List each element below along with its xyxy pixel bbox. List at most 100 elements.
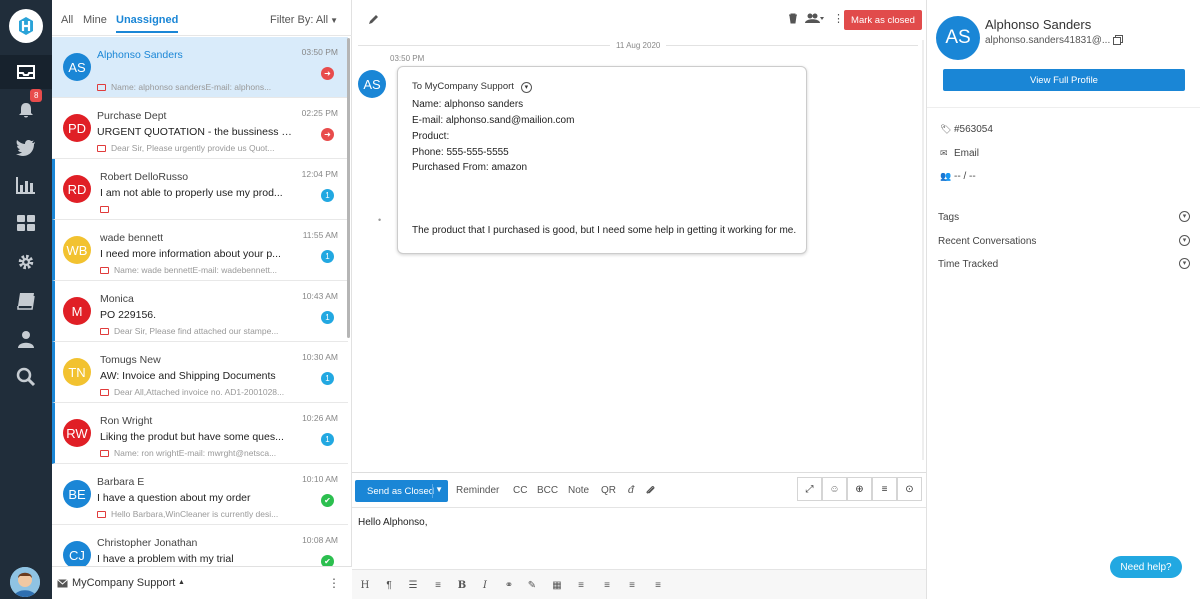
customer-name: Alphonso Sanders — [985, 17, 1092, 32]
bcc-button[interactable]: BCC — [537, 485, 558, 496]
italic-icon[interactable]: I — [476, 577, 494, 593]
conversation-item[interactable]: TN Tomugs New AW: Invoice and Shipping Doc… — [52, 342, 348, 403]
conversation-item[interactable]: AS Alphonso Sanders Name: alphonso sanders… — [52, 37, 348, 98]
conversation-time: 02:25 PM — [301, 108, 338, 118]
message-count-badge: 1 — [321, 372, 334, 385]
message-body: The product that I purchased is good, bu… — [412, 225, 797, 236]
nav-settings[interactable] — [0, 245, 52, 279]
conversation-item[interactable]: WB wade bennett I need more information ab… — [52, 220, 348, 281]
note-button[interactable]: Note — [568, 485, 589, 496]
mailbox-switcher[interactable]: MyCompany Support ▲ ⋮ — [52, 566, 352, 599]
align-justify-icon[interactable]: ≡ — [623, 577, 641, 593]
view-full-profile-button[interactable]: View Full Profile — [943, 69, 1185, 91]
signature-icon[interactable]: đ — [628, 485, 634, 496]
section-time-tracked[interactable]: Time Tracked — [938, 259, 998, 270]
section-recent-conversations[interactable]: Recent Conversations — [938, 236, 1036, 247]
conversation-preview: Dear Sir, Please find attached our stamp… — [100, 326, 295, 336]
section-tags[interactable]: Tags — [938, 212, 959, 223]
attachment-icon[interactable] — [645, 485, 656, 496]
conversation-preview: Dear All,Attached invoice no. AD1-200102… — [100, 387, 295, 397]
more-actions-icon[interactable]: ⋮ — [833, 12, 844, 25]
tab-unassigned[interactable]: Unassigned — [116, 14, 179, 33]
numbered-list-icon[interactable]: ≡ — [429, 577, 447, 593]
reply-arrow-icon: ➜ — [321, 128, 334, 141]
bold-icon[interactable]: B — [453, 577, 471, 593]
cc-button[interactable]: CC — [513, 485, 527, 496]
contact-name: Alphonso Sanders — [97, 49, 183, 61]
expand-icon[interactable]: ⤢ — [797, 477, 822, 501]
highlight-icon[interactable]: ✎ — [523, 577, 541, 593]
mark-as-closed-button[interactable]: Mark as closed — [844, 10, 922, 30]
email-channel-icon — [100, 267, 109, 274]
team-users-icon: 👥 — [940, 171, 952, 181]
contact-avatar: TN — [63, 358, 91, 386]
paragraph-icon[interactable]: ¶ — [380, 577, 398, 593]
bullet-list-icon[interactable]: ☰ — [404, 577, 422, 593]
book-icon — [17, 293, 35, 310]
quick-reply-button[interactable]: QR — [601, 485, 616, 496]
conversation-item[interactable]: M Monica PO 229156. Dear Sir, Please find a… — [52, 281, 348, 342]
need-help-button[interactable]: Need help? — [1110, 556, 1182, 578]
app-logo[interactable] — [9, 9, 43, 43]
align-left-icon[interactable]: ≡ — [572, 577, 590, 593]
conversation-scrollbar[interactable] — [922, 40, 924, 460]
table-icon[interactable]: ▦ — [548, 577, 566, 593]
dashboard-grid-icon — [17, 215, 35, 231]
emoji-icon[interactable]: ☺ — [822, 477, 847, 501]
channel-row: ✉ Email — [940, 148, 979, 159]
nav-reports[interactable] — [0, 168, 52, 202]
align-right-icon[interactable]: ≡ — [649, 577, 667, 593]
nav-notifications[interactable]: 8 — [0, 89, 52, 127]
composer-divider — [352, 507, 926, 508]
nav-contacts[interactable] — [0, 322, 52, 356]
chevron-down-icon[interactable]: ▼ — [435, 485, 443, 494]
list-tabs: All Mine Unassigned Filter By: All ▼ — [52, 0, 352, 36]
conversation-item[interactable]: RW Ron Wright Liking the produt but have s… — [52, 403, 348, 464]
nav-inbox[interactable] — [0, 55, 52, 89]
message-bubble: To MyCompany Support ▾ Name: alphonso san… — [397, 66, 807, 254]
tab-all[interactable]: All — [61, 14, 73, 26]
button-divider — [432, 484, 433, 498]
tab-mine[interactable]: Mine — [83, 14, 107, 26]
send-as-closed-button[interactable]: Send as Closed ▼ — [355, 480, 448, 502]
reminder-button[interactable]: Reminder — [456, 485, 499, 496]
filter-dropdown[interactable]: Filter By: All ▼ — [270, 14, 338, 26]
conversation-preview: Hello Barbara,WinCleaner is currently de… — [97, 509, 292, 519]
current-user-avatar[interactable] — [10, 567, 40, 597]
message-status-dot: • — [378, 215, 382, 225]
trash-icon[interactable] — [788, 13, 798, 24]
expand-time-icon[interactable]: ▾ — [1179, 258, 1190, 269]
contact-name: Purchase Dept — [97, 110, 167, 122]
contact-name: wade bennett — [100, 232, 164, 244]
align-center-icon[interactable]: ≡ — [598, 577, 616, 593]
nav-search[interactable] — [0, 360, 52, 394]
reply-text-area[interactable]: Hello Alphonso, — [358, 517, 428, 528]
settings-circle-icon[interactable]: ⊙ — [897, 477, 922, 501]
conversation-item[interactable]: PD Purchase Dept URGENT QUOTATION - the bu… — [52, 98, 348, 159]
conversation-item[interactable]: RD Robert DelloRusso I am not able to prop… — [52, 159, 348, 220]
link-icon[interactable]: ⚭ — [500, 577, 518, 593]
nav-dashboard[interactable] — [0, 206, 52, 240]
heading-icon[interactable]: H — [356, 577, 374, 593]
pencil-icon[interactable] — [368, 14, 379, 25]
nav-twitter[interactable] — [0, 131, 52, 165]
expand-details-icon[interactable]: ▾ — [520, 82, 532, 93]
assign-users-icon[interactable] — [804, 13, 824, 24]
add-circle-icon[interactable]: ⊕ — [847, 477, 872, 501]
email-channel-icon — [97, 511, 106, 518]
list-scrollbar[interactable] — [347, 38, 350, 338]
mailbox-label: MyCompany Support — [72, 577, 176, 589]
expand-tags-icon[interactable]: ▾ — [1179, 211, 1190, 222]
conversation-list-panel: All Mine Unassigned Filter By: All ▼ AS Al… — [52, 0, 352, 599]
more-options-icon[interactable]: ⋮ — [328, 576, 340, 590]
conversation-item[interactable]: BE Barbara E I have a question about my or… — [52, 464, 348, 525]
contact-name: Ron Wright — [100, 415, 153, 427]
contact-name: Tomugs New — [100, 354, 161, 366]
expand-recent-icon[interactable]: ▾ — [1179, 235, 1190, 246]
nav-knowledge-base[interactable] — [0, 284, 52, 318]
assignment-row[interactable]: 👥 -- / -- — [940, 171, 976, 182]
copy-icon[interactable] — [1113, 35, 1123, 45]
menu-lines-icon[interactable]: ≡ — [872, 477, 897, 501]
user-avatar-icon — [10, 567, 40, 597]
sender-avatar: AS — [358, 70, 386, 98]
